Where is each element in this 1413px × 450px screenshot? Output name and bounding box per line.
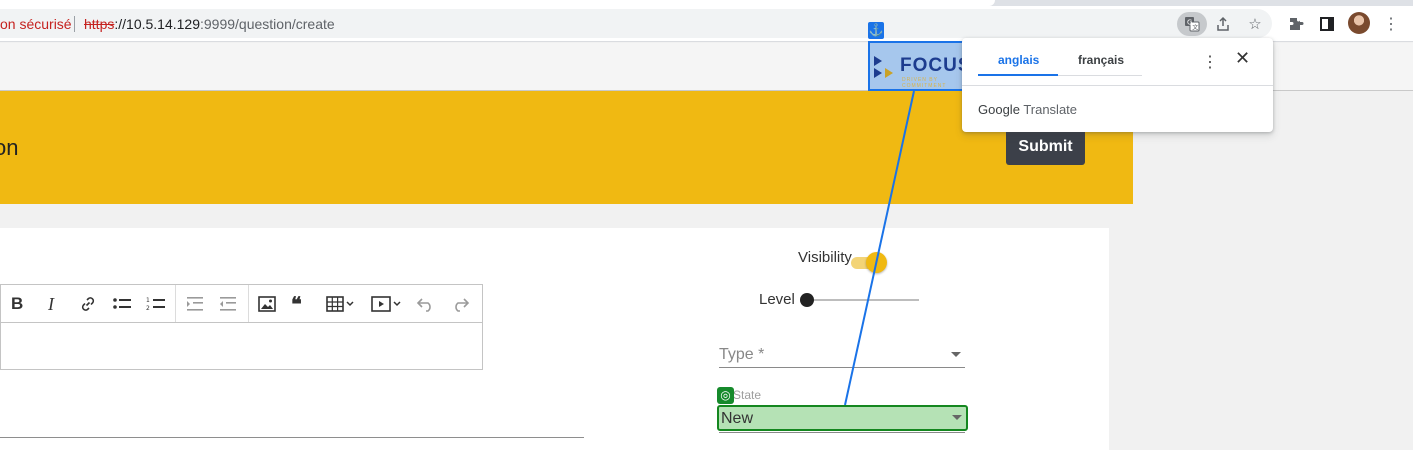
- status-dropdown-arrow-icon: [952, 415, 962, 420]
- status-select[interactable]: New: [717, 405, 968, 431]
- tab-baseline: [1058, 75, 1142, 76]
- logo-wordmark: FOCUS: [900, 55, 972, 76]
- status-select-value: New: [721, 410, 754, 427]
- dragged-logo-image[interactable]: FOCUS DRIVEN BY COMMITMENT: [868, 41, 972, 91]
- target-icon: ◎: [717, 387, 734, 404]
- logo-arrows-icon: [874, 56, 893, 78]
- close-icon[interactable]: ✕: [1235, 48, 1250, 69]
- translate-popup: anglais français ⋮ ✕ Google Translate: [962, 38, 1273, 132]
- translate-tab-target[interactable]: français: [1078, 53, 1124, 67]
- status-select-underline: [719, 432, 965, 433]
- anchor-icon: ⚓: [868, 22, 884, 39]
- brand-translate: Translate: [1023, 102, 1078, 117]
- popup-divider: [962, 85, 1273, 86]
- google-translate-brand: Google Translate: [978, 102, 1077, 117]
- brand-google: Google: [978, 102, 1020, 117]
- active-tab-indicator: [978, 74, 1058, 76]
- logo-tagline: DRIVEN BY COMMITMENT: [902, 77, 947, 89]
- translate-tab-source[interactable]: anglais: [998, 53, 1039, 67]
- translate-options-icon[interactable]: ⋮: [1202, 52, 1218, 72]
